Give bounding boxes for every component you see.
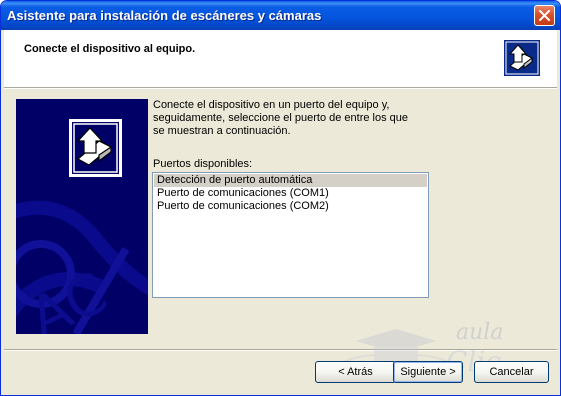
wizard-large-icon [69, 119, 122, 177]
scanner-camera-wizard-icon [504, 40, 540, 76]
list-item[interactable]: Puerto de comunicaciones (COM1) [153, 187, 428, 200]
header-divider [4, 88, 557, 89]
list-item[interactable]: Puerto de comunicaciones (COM2) [153, 200, 428, 213]
title-bar[interactable]: Asistente para instalación de escáneres … [1, 1, 560, 30]
cancel-button[interactable]: Cancelar [474, 361, 549, 383]
page-title: Conecte el dispositivo al equipo. [24, 43, 196, 55]
side-banner: AC [16, 99, 148, 334]
back-button[interactable]: < Atrás [315, 361, 396, 383]
ports-label: Puertos disponibles: [153, 158, 253, 170]
list-item[interactable]: Detección de puerto automática [154, 174, 427, 187]
svg-text:aula: aula [456, 320, 503, 345]
wizard-header: Conecte el dispositivo al equipo. [4, 30, 557, 88]
window-title: Asistente para instalación de escáneres … [7, 8, 322, 23]
svg-text:AC: AC [20, 260, 117, 334]
ports-listbox[interactable]: Detección de puerto automática Puerto de… [152, 172, 429, 298]
close-icon [539, 10, 550, 21]
close-button[interactable] [534, 5, 555, 26]
instructions-text: Conecte el dispositivo en un puerto del … [153, 99, 409, 137]
next-button[interactable]: Siguiente > [393, 361, 463, 383]
wizard-window: Asistente para instalación de escáneres … [0, 0, 561, 396]
